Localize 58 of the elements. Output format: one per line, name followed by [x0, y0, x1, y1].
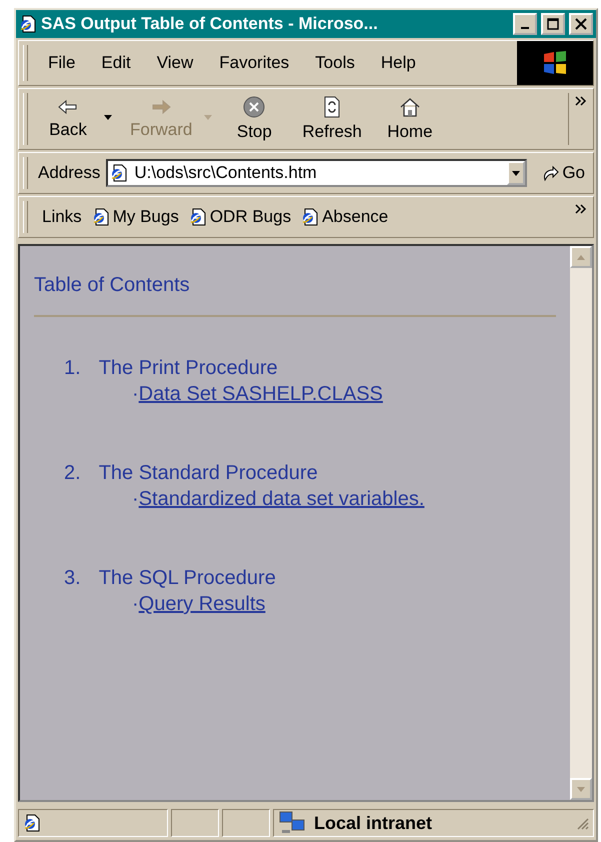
- procedure-title: The Standard Procedure: [98, 462, 318, 485]
- close-icon: [575, 18, 587, 30]
- home-icon: [398, 96, 421, 118]
- refresh-button[interactable]: Refresh: [290, 96, 374, 142]
- ie-page-icon: [301, 208, 320, 226]
- minimize-icon: [521, 27, 529, 29]
- minimize-button[interactable]: [513, 13, 537, 35]
- scrollbar[interactable]: [570, 246, 592, 800]
- stop-button[interactable]: Stop: [218, 96, 290, 142]
- list-number: 1.: [64, 357, 81, 380]
- security-zone: Local intranet: [314, 812, 434, 834]
- link-button[interactable]: My Bugs: [92, 207, 179, 227]
- maximize-button[interactable]: [541, 13, 565, 35]
- ie-page-icon: [23, 814, 41, 832]
- bullet: ·: [132, 593, 139, 616]
- link-button[interactable]: ODR Bugs: [188, 207, 292, 227]
- procedure-title: The SQL Procedure: [98, 567, 276, 590]
- link-button[interactable]: Absence: [301, 207, 388, 227]
- window-title: SAS Output Table of Contents - Microso...: [41, 14, 379, 34]
- ie-page-icon: [19, 15, 37, 33]
- maximize-icon: [547, 18, 559, 30]
- go-arrow-icon: [541, 164, 560, 182]
- stop-icon: [243, 96, 266, 118]
- refresh-icon: [322, 96, 342, 118]
- scroll-down-button[interactable]: [570, 778, 592, 800]
- status-pane: [222, 809, 270, 837]
- procedure-title: The Print Procedure: [98, 357, 278, 380]
- menu-item[interactable]: Tools: [305, 51, 365, 75]
- output-link[interactable]: Query Results: [138, 593, 266, 616]
- status-pane: [171, 809, 219, 837]
- close-button[interactable]: [569, 13, 593, 35]
- menu-item[interactable]: View: [146, 51, 204, 75]
- ie-page-icon: [188, 208, 207, 226]
- home-button[interactable]: Home: [374, 96, 446, 142]
- back-button[interactable]: Back: [32, 98, 104, 140]
- go-button[interactable]: Go: [533, 163, 593, 183]
- output-link[interactable]: Data Set SASHELP.CLASS: [138, 383, 383, 406]
- menu-item[interactable]: Favorites: [209, 51, 300, 75]
- bullet: ·: [132, 383, 139, 406]
- scroll-up-button[interactable]: [570, 246, 592, 268]
- down-arrow-icon: [577, 786, 585, 792]
- page-heading: Table of Contents: [34, 274, 191, 297]
- forward-arrow-icon: [150, 98, 172, 116]
- list-number: 3.: [64, 567, 81, 590]
- ie-page-icon: [92, 208, 110, 226]
- menu-item[interactable]: Edit: [91, 51, 141, 75]
- bullet: ·: [132, 488, 139, 511]
- address-field[interactable]: U:\ods\src\Contents.htm: [106, 159, 528, 187]
- menu-item[interactable]: File: [38, 51, 86, 75]
- links-label: Links: [42, 207, 82, 227]
- address-label: Address: [38, 163, 100, 183]
- list-number: 2.: [64, 462, 81, 485]
- output-link[interactable]: Standardized data set variables.: [138, 488, 424, 511]
- menu-item[interactable]: Help: [370, 51, 426, 75]
- back-arrow-icon: [57, 98, 79, 116]
- ie-page-icon: [110, 164, 128, 182]
- up-arrow-icon: [577, 254, 585, 260]
- resize-grip-icon[interactable]: [575, 816, 589, 830]
